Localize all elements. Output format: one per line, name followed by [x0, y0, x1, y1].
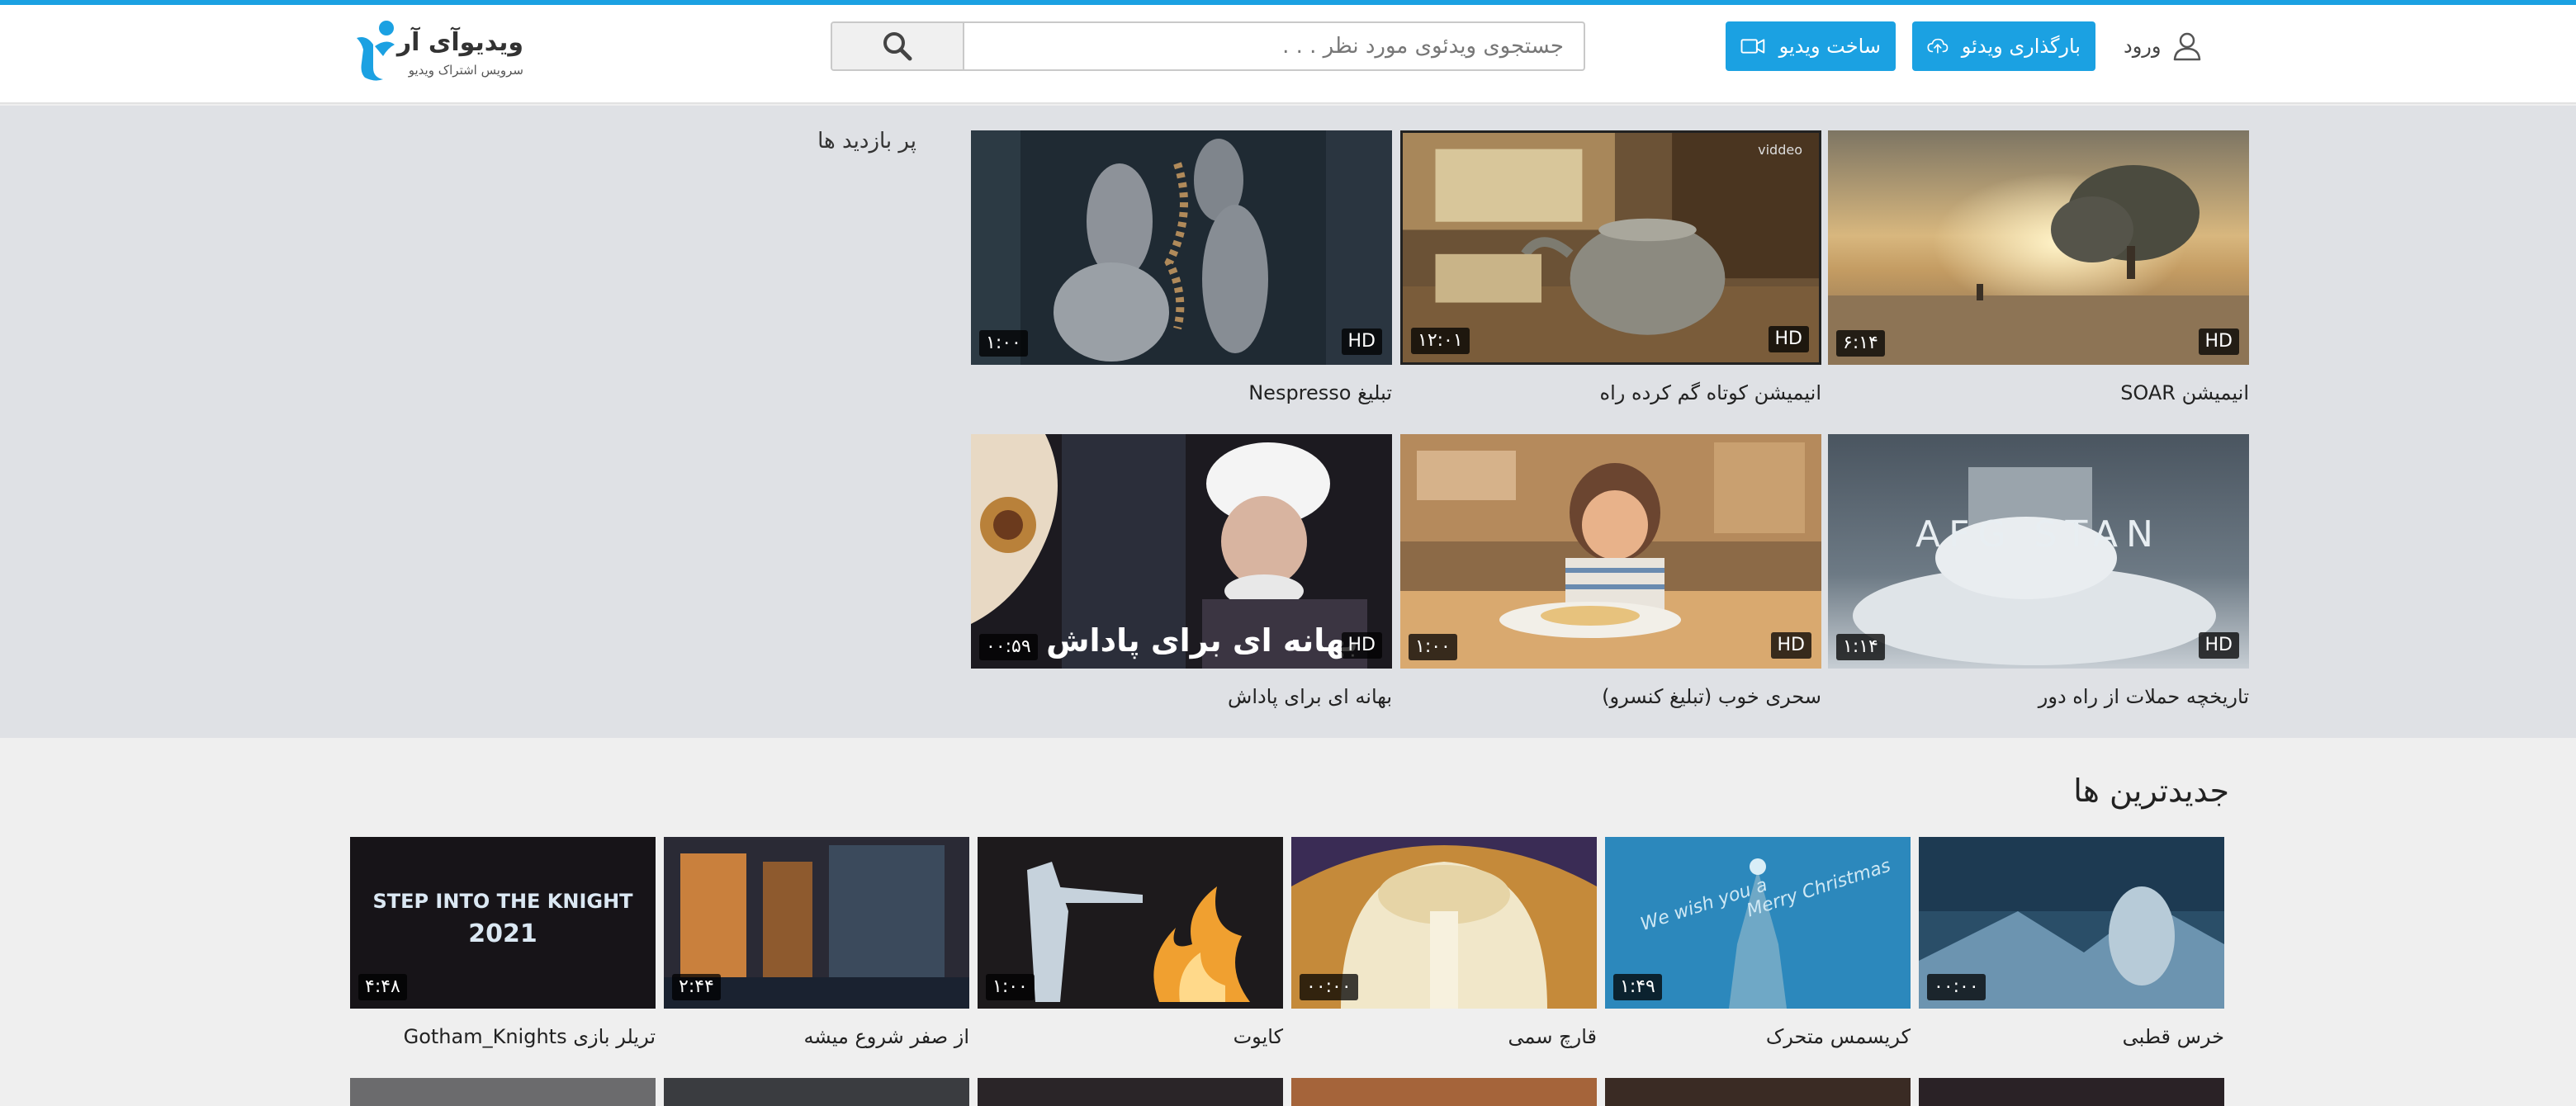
popular-section: پر بازدید ها HD ۶:۱۴ انیمیشن SOAR viddeo…	[0, 106, 2576, 738]
video-card[interactable]: HD ۶:۱۴ انیمیشن SOAR	[1828, 130, 2249, 404]
video-card[interactable]: viddeo HD ۱۲:۰۱ انیمیشن کوتاه گم کرده را…	[1400, 130, 1821, 404]
video-card[interactable]: STEP INTO THE KNIGHT 2021 ۴:۴۸ تریلر باز…	[350, 837, 656, 1048]
duration-badge: ۰۰:۰۰	[1300, 973, 1358, 1000]
video-thumbnail[interactable]: ۱:۰۰	[978, 837, 1283, 1009]
video-card[interactable]: بهانه ای برای پاداش HD ۰۰:۵۹ بهانه ای بر…	[971, 434, 1392, 708]
search-button[interactable]	[832, 23, 964, 69]
logo-title: ویدیوآی آر	[396, 28, 523, 57]
video-thumbnail[interactable]: ۰۰:۰۰	[1291, 837, 1597, 1009]
newest-section-title: جدیدترین ها	[2073, 773, 2229, 809]
video-title[interactable]: از صفر شروع میشه	[664, 1025, 969, 1048]
hd-badge: HD	[1770, 631, 1811, 659]
site-logo[interactable]: ویدیوآی آر سرویس اشتراک ویدیو	[350, 20, 523, 86]
upload-video-label: بارگذاری ویدئو	[1961, 35, 2081, 58]
video-thumbnail[interactable]: HD ۱:۰۰	[1400, 434, 1821, 669]
upload-video-button[interactable]: بارگذاری ویدئو	[1912, 21, 2095, 71]
video-camera-icon	[1740, 39, 1765, 54]
video-title[interactable]: سحری خوب (تبلیغ کنسرو)	[1400, 685, 1821, 708]
video-title[interactable]: کایوت	[978, 1025, 1283, 1048]
hd-badge: HD	[2198, 328, 2239, 355]
duration-badge: ۶:۱۴	[1836, 329, 1885, 357]
duration-badge: ۰۰:۰۰	[1927, 973, 1986, 1000]
video-thumbnail[interactable]: بهانه ای برای پاداش HD ۰۰:۵۹	[971, 434, 1392, 669]
video-card[interactable]: ۰۰:۰۰ خرس قطبی	[1919, 837, 2224, 1048]
watermark-text: viddeo	[1758, 142, 1802, 158]
video-thumbnail[interactable]	[978, 1078, 1283, 1106]
video-thumbnail[interactable]	[1605, 1078, 1911, 1106]
video-card[interactable]: HD ۱:۰۰ سحری خوب (تبلیغ کنسرو)	[1400, 434, 1821, 708]
duration-badge: ۰۰:۵۹	[979, 633, 1038, 660]
duration-badge: ۴:۴۸	[358, 973, 407, 1000]
search-bar	[831, 21, 1585, 71]
search-icon	[883, 32, 912, 61]
video-thumbnail[interactable]: ۲:۴۴	[664, 837, 969, 1009]
duration-badge: ۱۲:۰۱	[1411, 327, 1470, 354]
video-title[interactable]: تبلیغ Nespresso	[971, 381, 1392, 404]
make-video-label: ساخت ویدیو	[1778, 35, 1881, 58]
thumb-text-line2: 2021	[468, 919, 537, 948]
hd-badge: HD	[2198, 631, 2239, 659]
video-title[interactable]: کریسمس متحرک	[1605, 1025, 1911, 1048]
video-card[interactable]: ۰۰:۰۰ قارچ سمی	[1291, 837, 1597, 1048]
make-video-button[interactable]: ساخت ویدیو	[1726, 21, 1896, 71]
video-card[interactable]: ۱:۰۰ کایوت	[978, 837, 1283, 1048]
duration-badge: ۲:۴۴	[672, 973, 721, 1000]
video-thumbnail[interactable]: We wish you a Merry Christmas ۱:۴۹	[1605, 837, 1911, 1009]
video-card[interactable]: ۱:۰۰ HD تبلیغ Nespresso	[971, 130, 1392, 404]
duration-badge: ۱:۱۴	[1836, 633, 1885, 660]
duration-badge: ۱:۰۰	[986, 973, 1035, 1000]
video-thumbnail[interactable]	[350, 1078, 656, 1106]
video-title[interactable]: قارچ سمی	[1291, 1025, 1597, 1048]
hd-badge: HD	[1341, 631, 1382, 659]
video-card[interactable]: AFG STAN HD ۱:۱۴ تاریخچه حملات از راه دو…	[1828, 434, 2249, 708]
video-thumbnail[interactable]	[1919, 1078, 2224, 1106]
login-label: ورود	[2124, 35, 2162, 58]
video-title[interactable]: انیمیشن SOAR	[1828, 381, 2249, 404]
thumb-overlay-text: AFG STAN	[1915, 513, 2162, 555]
hd-badge: HD	[1341, 328, 1382, 355]
duration-badge: ۱:۰۰	[1409, 633, 1457, 660]
video-thumbnail[interactable]: viddeo HD ۱۲:۰۱	[1400, 130, 1821, 365]
video-thumbnail[interactable]: ۱:۰۰ HD	[971, 130, 1392, 365]
video-title[interactable]: انیمیشن کوتاه گم کرده راه	[1400, 381, 1821, 404]
popular-section-title: پر بازدید ها	[817, 129, 916, 154]
duration-badge: ۱:۴۹	[1613, 973, 1662, 1000]
next-row-partial	[350, 1078, 2224, 1106]
user-icon	[2174, 32, 2201, 61]
video-card[interactable]: We wish you a Merry Christmas ۱:۴۹ کریسم…	[1605, 837, 1911, 1048]
video-title[interactable]: تاریخچه حملات از راه دور	[1828, 685, 2249, 708]
cloud-upload-icon	[1927, 38, 1949, 54]
duration-badge: ۱:۰۰	[979, 329, 1028, 357]
video-thumbnail[interactable]	[664, 1078, 969, 1106]
video-thumbnail[interactable]: HD ۶:۱۴	[1828, 130, 2249, 365]
video-title[interactable]: خرس قطبی	[1919, 1025, 2224, 1048]
video-title[interactable]: تریلر بازی Gotham_Knights	[350, 1025, 656, 1048]
video-thumbnail[interactable]	[1291, 1078, 1597, 1106]
video-thumbnail[interactable]: ۰۰:۰۰	[1919, 837, 2224, 1009]
login-link[interactable]: ورود	[2124, 25, 2202, 68]
hd-badge: HD	[1768, 325, 1809, 352]
logo-subtitle: سرویس اشتراک ویدیو	[408, 63, 523, 78]
thumb-text-line1: STEP INTO THE KNIGHT	[372, 890, 633, 913]
video-thumbnail[interactable]: STEP INTO THE KNIGHT 2021 ۴:۴۸	[350, 837, 656, 1009]
video-thumbnail[interactable]: AFG STAN HD ۱:۱۴	[1828, 434, 2249, 669]
site-header: ویدیوآی آر سرویس اشتراک ویدیو ساخت ویدیو…	[0, 5, 2576, 104]
search-input[interactable]	[964, 23, 1584, 69]
video-card[interactable]: ۲:۴۴ از صفر شروع میشه	[664, 837, 969, 1048]
video-title[interactable]: بهانه ای برای پاداش	[971, 685, 1392, 708]
thumb-caption-text: بهانه ای برای پاداش	[1046, 622, 1358, 659]
